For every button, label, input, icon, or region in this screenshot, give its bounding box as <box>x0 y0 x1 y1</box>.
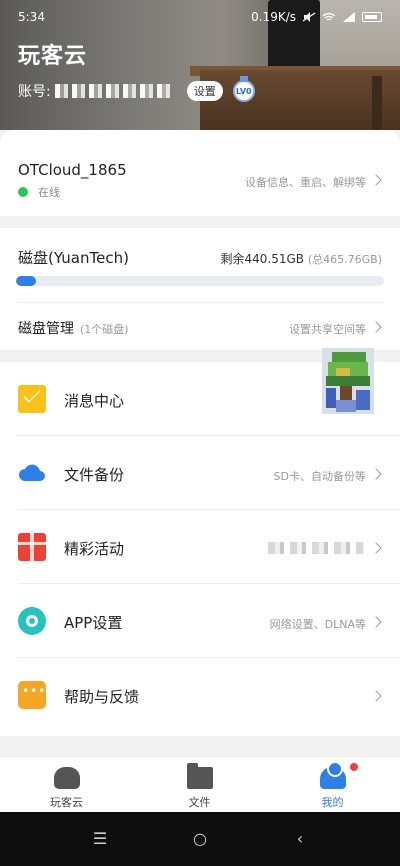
disk-capacity: 剩余440.51GB (总465.76GB) <box>220 250 382 267</box>
home-icon[interactable]: ○ <box>185 827 215 851</box>
avatar-tile <box>356 390 370 410</box>
menu-item-help[interactable]: 帮助与反馈 <box>0 658 400 732</box>
menu-icon[interactable]: ☰ <box>85 827 115 851</box>
wifi-icon <box>322 13 336 21</box>
user-icon <box>320 761 346 789</box>
menu-item-label: 消息中心 <box>64 392 125 410</box>
network-speed: 0.19K/s <box>251 10 296 24</box>
mute-icon <box>302 12 316 22</box>
cloud-icon <box>19 464 45 481</box>
back-icon[interactable]: ‹ <box>285 827 315 851</box>
menu-item-label: 精彩活动 <box>64 540 125 558</box>
disk-usage-fill <box>16 276 36 286</box>
status-icons: 0.19K/s <box>251 10 382 24</box>
tab-label: 玩客云 <box>50 796 83 809</box>
disk-manage-label: 磁盘管理 <box>18 321 74 337</box>
disk-total-text: (总465.76GB) <box>307 253 382 266</box>
battery-icon <box>362 12 382 22</box>
account-value-redacted <box>54 84 173 98</box>
menu-item-hint: SD卡、自动备份等 <box>273 470 366 483</box>
avatar-tile <box>326 376 370 386</box>
bottom-tab-bar: 玩客云 文件 我的 <box>0 756 400 812</box>
gift-icon <box>18 533 46 561</box>
folder-icon <box>187 763 213 789</box>
avatar-tile <box>336 400 356 412</box>
status-time: 5:34 <box>18 10 45 24</box>
disk-manage-hint: 设置共享空间等 <box>289 323 366 336</box>
account-settings-button[interactable]: 设置 <box>186 81 223 101</box>
avatar-mosaic[interactable] <box>322 348 374 414</box>
profile-header: 5:34 0.19K/s 玩客云 账号: 设置 LV0 <box>0 0 400 130</box>
chevron-right-icon[interactable] <box>370 174 382 186</box>
signal-icon <box>343 12 355 22</box>
chevron-right-icon <box>370 468 382 480</box>
online-status-dot <box>18 187 28 197</box>
tab-label: 我的 <box>321 796 344 809</box>
tab-label: 文件 <box>188 796 211 809</box>
device-hint: 设备信息、重启、解绑等 <box>245 176 366 189</box>
divider <box>18 302 384 303</box>
gear-icon <box>18 607 46 635</box>
tab-files[interactable]: 文件 <box>133 757 266 813</box>
chevron-right-icon <box>370 616 382 628</box>
menu-item-hint-redacted <box>268 542 364 554</box>
disk-free-text: 剩余440.51GB <box>220 252 305 266</box>
menu-item-label: APP设置 <box>64 614 123 632</box>
menu-card: 消息中心 文件备份 SD卡、自动备份等 精彩活动 APP设置 网络设置、DLNA… <box>0 362 400 736</box>
menu-item-label: 文件备份 <box>64 466 125 484</box>
chat-icon <box>18 681 46 709</box>
menu-item-label: 帮助与反馈 <box>64 688 140 706</box>
account-row: 账号: 设置 LV0 <box>18 76 255 102</box>
avatar-tile <box>340 386 352 400</box>
avatar-tile <box>332 352 366 362</box>
menu-item-hint: 网络设置、DLNA等 <box>269 618 366 631</box>
page-title: 玩客云 <box>18 44 88 69</box>
avatar-tile <box>336 368 350 376</box>
online-status-text: 在线 <box>38 186 60 199</box>
mail-icon <box>18 385 46 413</box>
header-shelf-leg <box>372 76 382 130</box>
menu-item-activities[interactable]: 精彩活动 <box>0 510 400 584</box>
disk-usage-bar <box>16 276 384 286</box>
menu-item-app-settings[interactable]: APP设置 网络设置、DLNA等 <box>0 584 400 658</box>
chevron-right-icon <box>370 690 382 702</box>
disk-count: (1个磁盘) <box>80 323 129 336</box>
avatar-tile <box>326 388 336 408</box>
system-nav-bar: ☰ ○ ‹ <box>0 812 400 866</box>
cloud-icon <box>54 767 80 789</box>
account-label: 账号: <box>18 84 51 100</box>
chevron-right-icon <box>370 542 382 554</box>
disk-title: 磁盘(YuanTech) <box>18 249 129 267</box>
disk-manage-row[interactable]: 磁盘管理 (1个磁盘) <box>18 318 129 338</box>
device-card[interactable]: OTCloud_1865 在线 设备信息、重启、解绑等 <box>0 130 400 216</box>
level-badge[interactable]: LV0 <box>232 76 255 102</box>
tab-home[interactable]: 玩客云 <box>0 757 133 813</box>
disk-card: 磁盘(YuanTech) 剩余440.51GB (总465.76GB) 磁盘管理… <box>0 228 400 350</box>
status-bar: 5:34 0.19K/s <box>0 0 400 34</box>
tab-me[interactable]: 我的 <box>266 757 399 813</box>
device-name: OTCloud_1865 <box>18 161 127 179</box>
notification-dot <box>350 763 358 771</box>
menu-item-backup[interactable]: 文件备份 SD卡、自动备份等 <box>0 436 400 510</box>
chevron-right-icon[interactable] <box>370 321 382 333</box>
